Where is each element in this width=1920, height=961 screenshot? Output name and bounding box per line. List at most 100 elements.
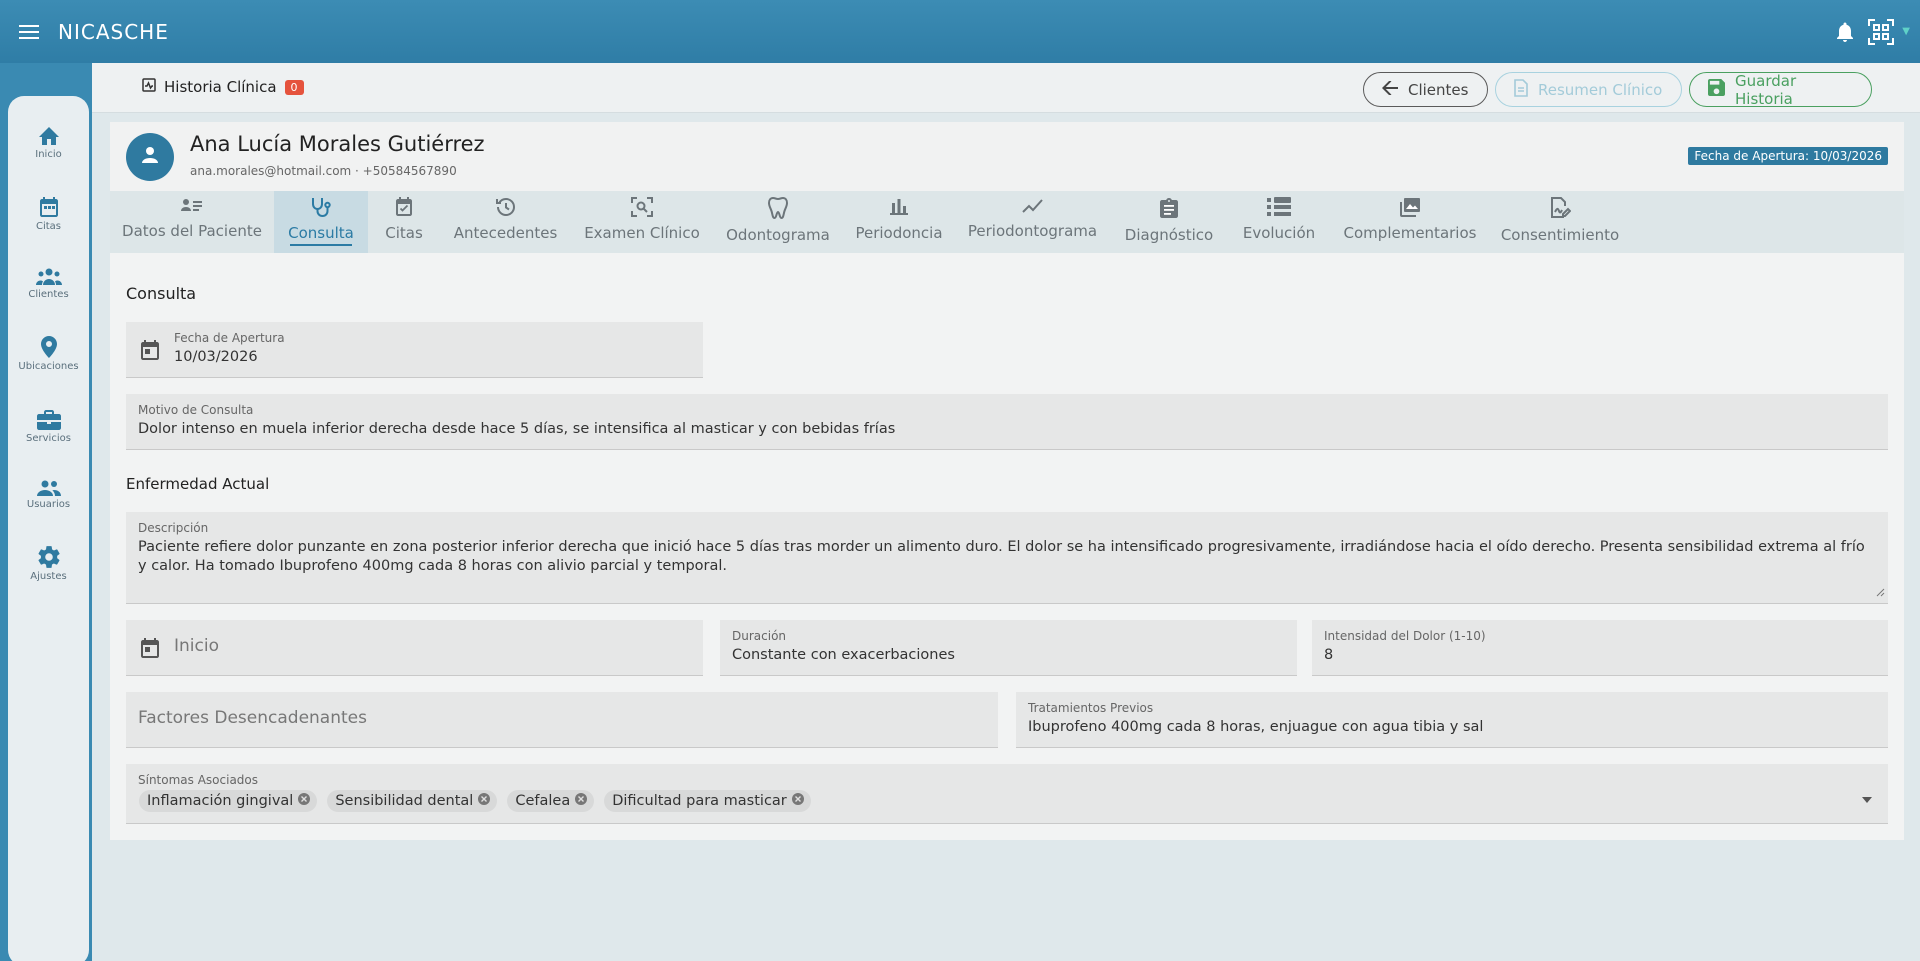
section-title-consulta: Consulta bbox=[126, 284, 197, 303]
tab-periodoncia[interactable]: Periodoncia bbox=[843, 191, 955, 253]
active-tab-indicator bbox=[290, 244, 352, 246]
symptom-chip: Dificultad para masticar bbox=[604, 790, 811, 812]
tab-label: Odontograma bbox=[726, 226, 830, 244]
sidebar-item-usuarios[interactable]: Usuarios bbox=[8, 480, 89, 510]
sidebar-item-inicio[interactable]: Inicio bbox=[8, 126, 89, 160]
tab-diagnostico[interactable]: Diagnóstico bbox=[1110, 191, 1228, 253]
sidebar-item-clientes[interactable]: Clientes bbox=[8, 268, 89, 300]
tab-examen-clinico[interactable]: Examen Clínico bbox=[571, 191, 713, 253]
resize-handle-icon[interactable] bbox=[1876, 582, 1885, 601]
onset-field[interactable]: Inicio bbox=[126, 620, 703, 676]
page-title-text: Historia Clínica bbox=[164, 78, 277, 96]
field-label: Fecha de Apertura bbox=[174, 331, 285, 345]
sidebar-item-label: Usuarios bbox=[26, 499, 71, 510]
list-numbered-icon bbox=[1267, 197, 1291, 221]
app-title: NICASCHE bbox=[58, 19, 169, 44]
consultation-reason-field[interactable]: Motivo de Consulta Dolor intenso en muel… bbox=[126, 394, 1888, 450]
tab-consentimiento[interactable]: Consentimiento bbox=[1490, 191, 1630, 253]
field-value: 10/03/2026 bbox=[174, 349, 258, 365]
chip-remove-icon[interactable] bbox=[791, 792, 805, 810]
app-bar: NICASCHE ▼ bbox=[0, 0, 1920, 63]
tab-periodontograma[interactable]: Periodontograma bbox=[955, 191, 1110, 253]
symptom-chip: Cefalea bbox=[507, 790, 595, 812]
sidebar-item-citas[interactable]: Citas bbox=[8, 196, 89, 232]
sidebar-item-ajustes[interactable]: Ajustes bbox=[8, 546, 89, 582]
chip-label: Inflamación gingival bbox=[147, 793, 294, 809]
history-icon bbox=[495, 197, 517, 221]
description-textarea[interactable]: Descripción Paciente refiere dolor punza… bbox=[126, 512, 1888, 604]
stethoscope-icon bbox=[310, 197, 332, 221]
clinical-summary-button[interactable]: Resumen Clínico bbox=[1495, 72, 1682, 107]
main-content: Historia Clínica 0 Clientes Resumen Clín… bbox=[92, 63, 1920, 961]
tab-label: Citas bbox=[385, 224, 423, 242]
chip-remove-icon[interactable] bbox=[297, 792, 311, 810]
calendar-icon[interactable] bbox=[140, 637, 160, 663]
field-value: Ibuprofeno 400mg cada 8 horas, enjuague … bbox=[1028, 719, 1484, 735]
sidebar-item-label: Servicios bbox=[26, 433, 71, 444]
sidebar-item-ubicaciones[interactable]: Ubicaciones bbox=[8, 336, 89, 372]
tab-label: Complementarios bbox=[1343, 224, 1477, 242]
dropdown-arrow-icon[interactable] bbox=[1862, 788, 1872, 807]
calendar-check-icon bbox=[394, 197, 414, 221]
chip-remove-icon[interactable] bbox=[477, 792, 491, 810]
arrow-left-icon bbox=[1382, 79, 1398, 99]
chip-label: Dificultad para masticar bbox=[612, 793, 787, 809]
calendar-icon bbox=[8, 196, 89, 218]
previous-treatments-field[interactable]: Tratamientos Previos Ibuprofeno 400mg ca… bbox=[1016, 692, 1888, 748]
opening-date-field[interactable]: Fecha de Apertura 10/03/2026 bbox=[126, 322, 703, 378]
calendar-icon[interactable] bbox=[140, 339, 160, 365]
history-tabs: Datos del Paciente Consulta Citas Antece… bbox=[110, 191, 1904, 253]
tab-evolucion[interactable]: Evolución bbox=[1228, 191, 1330, 253]
tab-label: Consentimiento bbox=[1500, 226, 1620, 244]
signature-icon bbox=[1549, 197, 1572, 223]
sidebar-item-servicios[interactable]: Servicios bbox=[8, 410, 89, 444]
field-label: Tratamientos Previos bbox=[1028, 701, 1154, 715]
field-value: 8 bbox=[1324, 647, 1334, 663]
sidebar-item-label: Inicio bbox=[35, 149, 62, 160]
tab-label: Examen Clínico bbox=[584, 224, 700, 242]
tab-label: Periodoncia bbox=[855, 224, 943, 242]
symptom-chip: Inflamación gingival bbox=[139, 790, 318, 812]
field-label: Síntomas Asociados bbox=[138, 773, 259, 787]
tab-complementarios[interactable]: Complementarios bbox=[1330, 191, 1490, 253]
field-label: Motivo de Consulta bbox=[138, 403, 254, 417]
tooth-icon bbox=[767, 196, 789, 223]
tab-odontograma[interactable]: Odontograma bbox=[713, 191, 843, 253]
qr-code-icon[interactable] bbox=[1868, 18, 1895, 45]
chip-label: Cefalea bbox=[515, 793, 571, 809]
pain-intensity-field[interactable]: Intensidad del Dolor (1-10) 8 bbox=[1312, 620, 1888, 676]
field-label: Intensidad del Dolor (1-10) bbox=[1324, 629, 1486, 643]
tab-label: Periodontograma bbox=[967, 222, 1098, 240]
save-history-button[interactable]: Guardar Historia bbox=[1689, 71, 1872, 108]
tab-datos-paciente[interactable]: Datos del Paciente bbox=[110, 191, 274, 253]
tab-consulta[interactable]: Consulta bbox=[274, 191, 368, 253]
bar-chart-icon bbox=[889, 197, 909, 221]
chevron-down-icon[interactable]: ▼ bbox=[1902, 26, 1910, 37]
tab-label: Datos del Paciente bbox=[122, 222, 262, 240]
tab-citas[interactable]: Citas bbox=[368, 191, 440, 253]
clipboard-icon bbox=[1160, 197, 1178, 223]
patient-contact: ana.morales@hotmail.com · +50584567890 bbox=[190, 164, 457, 178]
chip-remove-icon[interactable] bbox=[574, 792, 588, 810]
avatar bbox=[126, 133, 174, 181]
bell-icon[interactable] bbox=[1836, 22, 1854, 42]
triggering-factors-field[interactable]: Factores Desencadenantes bbox=[126, 692, 998, 748]
sidebar-item-label: Citas bbox=[35, 221, 62, 232]
duration-field[interactable]: Duración Constante con exacerbaciones bbox=[720, 620, 1297, 676]
field-value: Paciente refiere dolor punzante en zona … bbox=[138, 539, 1865, 574]
back-to-clients-label: Clientes bbox=[1408, 80, 1469, 99]
history-card: Ana Lucía Morales Gutiérrez ana.morales@… bbox=[110, 122, 1904, 840]
document-icon bbox=[1514, 78, 1528, 101]
page-header: Historia Clínica 0 Clientes Resumen Clín… bbox=[92, 63, 1920, 113]
sidebar-item-label: Ubicaciones bbox=[18, 361, 79, 372]
page-title: Historia Clínica 0 bbox=[142, 78, 304, 96]
people-icon bbox=[8, 480, 89, 496]
save-history-label: Guardar Historia bbox=[1735, 71, 1797, 108]
menu-icon[interactable] bbox=[0, 0, 58, 63]
associated-symptoms-select[interactable]: Síntomas Asociados Inflamación gingival … bbox=[126, 764, 1888, 824]
symptom-chip: Sensibilidad dental bbox=[327, 790, 498, 812]
tab-antecedentes[interactable]: Antecedentes bbox=[440, 191, 571, 253]
field-placeholder: Factores Desencadenantes bbox=[138, 708, 367, 728]
sidebar-item-label: Ajustes bbox=[30, 571, 67, 582]
back-to-clients-button[interactable]: Clientes bbox=[1363, 72, 1488, 107]
